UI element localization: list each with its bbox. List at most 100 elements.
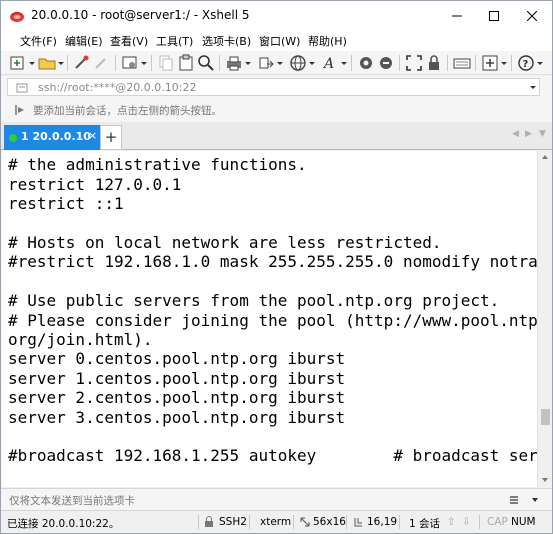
terminal-line: org/join.html). — [8, 330, 153, 349]
status-up-icon[interactable]: ⇧ — [447, 516, 456, 528]
svg-text:?: ? — [523, 59, 529, 70]
tab-session-1[interactable]: 1 20.0.0.10 × — [4, 125, 100, 150]
status-separator — [249, 515, 250, 529]
globe-icon[interactable] — [289, 54, 307, 72]
open-caret-icon[interactable] — [58, 62, 64, 65]
paste-icon[interactable] — [177, 54, 195, 72]
status-separator — [399, 515, 400, 529]
title-bar: 20.0.0.10 - root@server1:/ - Xshell 5 — [1, 1, 552, 31]
connected-status-icon — [9, 134, 17, 142]
tab-list-icon[interactable]: ▼ — [539, 129, 546, 139]
svg-text:A: A — [322, 56, 334, 72]
status-cursor: 16,19 — [367, 516, 398, 528]
cursor-position-icon — [354, 518, 362, 527]
status-down-icon[interactable]: ⇩ — [462, 516, 471, 528]
compose-bar[interactable]: 仅将文本发送到当前选项卡 — [1, 488, 552, 510]
terminal-line: server 2.centos.pool.ntp.org iburst — [8, 388, 346, 407]
scroll-down-icon[interactable] — [542, 478, 548, 482]
connection-icon — [16, 83, 28, 93]
lock-icon[interactable] — [425, 54, 443, 72]
compose-input[interactable]: 仅将文本发送到当前选项卡 — [9, 493, 135, 508]
session-hint-bar: 要添加当前会话，点击左侧的箭头按钮。 — [1, 98, 552, 122]
copy-icon[interactable] — [157, 54, 175, 72]
tab-next-icon[interactable]: ▶ — [525, 129, 532, 139]
new-tab-button[interactable]: + — [100, 125, 122, 150]
new-session-icon[interactable] — [9, 54, 27, 72]
find-icon[interactable] — [197, 54, 215, 72]
properties-icon[interactable] — [121, 54, 139, 72]
fullscreen-icon[interactable] — [405, 54, 423, 72]
address-bar: ssh://root:****@20.0.0.10:22 — [1, 76, 552, 98]
address-value: ssh://root:****@20.0.0.10:22 — [38, 81, 197, 94]
terminal-output[interactable]: # the administrative functions. restrict… — [2, 151, 537, 487]
add-window-icon[interactable] — [481, 54, 499, 72]
xshell-app-icon[interactable] — [9, 9, 25, 23]
transfer-icon[interactable] — [257, 54, 275, 72]
status-connection: 已连接 20.0.0.10:22。 — [7, 518, 120, 530]
address-dropdown-icon[interactable] — [530, 86, 536, 89]
scrollbar-thumb[interactable] — [541, 409, 550, 425]
terminal-line: #restrict 192.168.1.0 mask 255.255.255.0… — [8, 252, 537, 271]
xftp-icon[interactable] — [357, 54, 375, 72]
font-caret-icon[interactable] — [341, 62, 347, 65]
menu-help[interactable]: 帮助(H) — [308, 33, 347, 49]
status-bar: 已连接 20.0.0.10:22。 SSH2 xterm 56x16 16,19… — [1, 510, 552, 533]
terminal-line: # Use public servers from the pool.ntp.o… — [8, 291, 500, 310]
maximize-icon — [489, 11, 499, 21]
tab-close-icon[interactable]: × — [88, 129, 97, 142]
menu-view[interactable]: 查看(V) — [110, 33, 148, 49]
add-session-arrow-icon[interactable] — [13, 103, 27, 117]
status-size: 56x16 — [313, 516, 346, 528]
menu-edit[interactable]: 编辑(E) — [65, 33, 103, 49]
open-folder-icon[interactable] — [38, 54, 56, 72]
status-terminal-type: xterm — [260, 516, 292, 528]
close-button[interactable] — [513, 1, 551, 31]
menu-window[interactable]: 窗口(W) — [259, 33, 300, 49]
toolbar-separator — [219, 55, 220, 71]
minimize-icon — [452, 15, 462, 17]
toolbar-separator — [351, 55, 352, 71]
globe-caret-icon[interactable] — [309, 62, 315, 65]
terminal-line: restrict 127.0.0.1 — [8, 175, 182, 194]
close-icon — [527, 11, 537, 21]
tab-label: 1 20.0.0.10 — [21, 130, 91, 143]
reconnect-icon[interactable] — [73, 54, 91, 72]
menu-bar: 文件(F) 编辑(E) 查看(V) 工具(T) 选项卡(B) 窗口(W) 帮助(… — [1, 31, 552, 51]
help-caret-icon[interactable] — [537, 62, 543, 65]
scroll-up-icon[interactable] — [542, 155, 548, 159]
menu-tools[interactable]: 工具(T) — [156, 33, 193, 49]
status-separator — [293, 515, 294, 529]
terminal-line: #broadcast 192.168.1.255 autokey # broad… — [8, 446, 537, 465]
properties-caret-icon[interactable] — [141, 62, 147, 65]
disconnect-icon[interactable] — [93, 54, 111, 72]
compose-options-icon[interactable] — [509, 495, 519, 505]
terminal-line: server 3.centos.pool.ntp.org iburst — [8, 408, 346, 427]
status-separator — [479, 515, 480, 529]
toolbar-separator — [115, 55, 116, 71]
minimize-button[interactable] — [438, 1, 476, 31]
terminal-line: # the administrative functions. — [8, 155, 307, 174]
keyboard-icon[interactable] — [453, 54, 471, 72]
status-sessions: 1 会话 — [409, 518, 441, 530]
status-lock-icon — [205, 516, 213, 527]
terminal-line: server 0.centos.pool.ntp.org iburst — [8, 349, 346, 368]
address-input[interactable]: ssh://root:****@20.0.0.10:22 — [7, 78, 540, 96]
terminal-scrollbar[interactable] — [537, 151, 552, 487]
menu-file[interactable]: 文件(F) — [20, 33, 57, 49]
transfer-caret-icon[interactable] — [277, 62, 283, 65]
print-icon[interactable] — [225, 54, 243, 72]
session-hint-text: 要添加当前会话，点击左侧的箭头按钮。 — [33, 105, 222, 117]
maximize-button[interactable] — [475, 1, 513, 31]
font-icon[interactable]: A — [321, 54, 339, 72]
status-separator — [198, 515, 199, 529]
xmanager-icon[interactable] — [377, 54, 395, 72]
add-window-caret-icon[interactable] — [501, 62, 507, 65]
tab-prev-icon[interactable]: ◀ — [512, 129, 519, 139]
new-session-caret-icon[interactable] — [29, 62, 35, 65]
toolbar-separator — [151, 55, 152, 71]
menu-tabs[interactable]: 选项卡(B) — [202, 33, 251, 49]
compose-dropdown-icon[interactable] — [532, 498, 538, 502]
terminal-line: # Hosts on local network are less restri… — [8, 233, 442, 252]
help-icon[interactable]: ? — [517, 54, 535, 72]
print-caret-icon[interactable] — [245, 62, 251, 65]
